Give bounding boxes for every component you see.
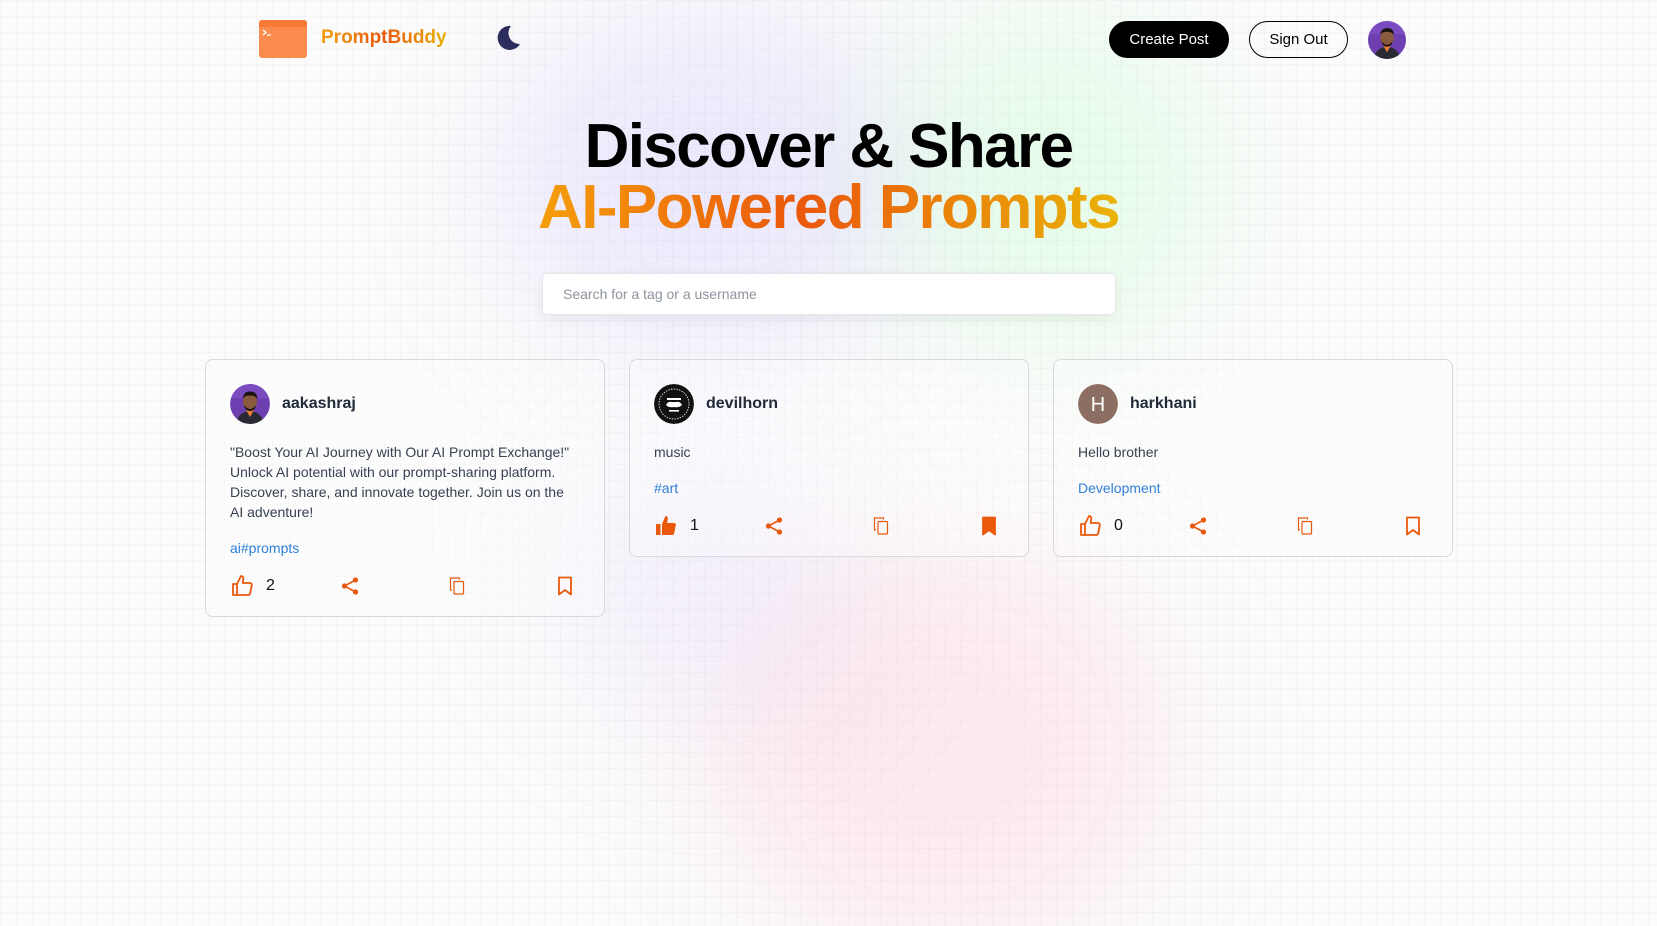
bookmark-icon — [558, 576, 572, 596]
copy-icon — [873, 517, 889, 535]
share-button[interactable] — [340, 572, 360, 600]
prompt-tag[interactable]: #art — [654, 478, 1004, 498]
prompt-card: H harkhani Hello brother Development 0 — [1053, 359, 1453, 557]
share-icon — [1189, 517, 1207, 535]
share-button[interactable] — [1188, 512, 1208, 540]
avatar[interactable] — [230, 384, 270, 424]
prompt-tag[interactable]: Development — [1078, 478, 1428, 498]
user-avatar[interactable] — [1368, 21, 1406, 59]
thumbs-up-icon — [1080, 515, 1101, 536]
thumbs-up-icon — [232, 575, 253, 596]
hero-line-1: Discover & Share — [584, 112, 1074, 181]
page: PromptBuddy Create Post Sign Out Discove… — [0, 0, 1657, 926]
brand-name[interactable]: PromptBuddy — [321, 27, 447, 49]
thumbs-up-filled-icon — [656, 516, 676, 535]
prompt-text: Hello brother — [1078, 444, 1159, 460]
sign-out-button[interactable]: Sign Out — [1249, 21, 1348, 58]
copy-icon — [449, 577, 465, 595]
like-count: 0 — [1114, 517, 1123, 534]
prompt-card: devilhorn music #art 1 — [629, 359, 1029, 557]
prompt-text: music — [654, 444, 691, 460]
like-button[interactable]: 2 — [230, 572, 275, 600]
top-navbar: PromptBuddy Create Post Sign Out — [0, 0, 1657, 80]
share-icon — [341, 577, 359, 595]
hero-heading: Discover & Share AI-Powered Prompts — [0, 112, 1657, 242]
card-actions: 0 — [1078, 512, 1430, 540]
prompt-tag[interactable]: ai#prompts — [230, 538, 580, 558]
username[interactable]: harkhani — [1130, 395, 1197, 413]
card-header: devilhorn — [654, 384, 1004, 424]
like-button[interactable]: 1 — [654, 512, 699, 540]
share-icon — [765, 517, 783, 535]
logo-icon[interactable] — [258, 19, 308, 59]
username[interactable]: devilhorn — [706, 395, 778, 413]
like-count: 2 — [266, 577, 275, 594]
avatar-initial: H — [1091, 394, 1105, 416]
prompt-text: "Boost Your AI Journey with Our AI Promp… — [230, 444, 570, 520]
create-post-button[interactable]: Create Post — [1109, 21, 1229, 58]
card-header: H harkhani — [1078, 384, 1428, 424]
card-actions: 1 — [654, 512, 1006, 540]
avatar[interactable]: H — [1078, 384, 1118, 424]
like-button[interactable]: 0 — [1078, 512, 1123, 540]
search-input[interactable] — [542, 273, 1116, 315]
copy-button[interactable] — [873, 512, 889, 540]
card-header: aakashraj — [230, 384, 580, 424]
copy-icon — [1297, 517, 1313, 535]
prompt-card: aakashraj "Boost Your AI Journey with Ou… — [205, 359, 605, 617]
copy-button[interactable] — [449, 572, 465, 600]
bookmark-button[interactable] — [980, 512, 998, 540]
bookmark-filled-icon — [982, 516, 996, 536]
bookmark-button[interactable] — [1404, 512, 1422, 540]
copy-button[interactable] — [1297, 512, 1313, 540]
share-button[interactable] — [764, 512, 784, 540]
username[interactable]: aakashraj — [282, 395, 356, 413]
like-count: 1 — [690, 517, 699, 534]
avatar[interactable] — [654, 384, 694, 424]
hero-line-2: AI-Powered Prompts — [538, 173, 1121, 242]
bookmark-icon — [1406, 516, 1420, 536]
bookmark-button[interactable] — [556, 572, 574, 600]
card-actions: 2 — [230, 572, 582, 600]
moon-icon[interactable] — [492, 23, 522, 53]
